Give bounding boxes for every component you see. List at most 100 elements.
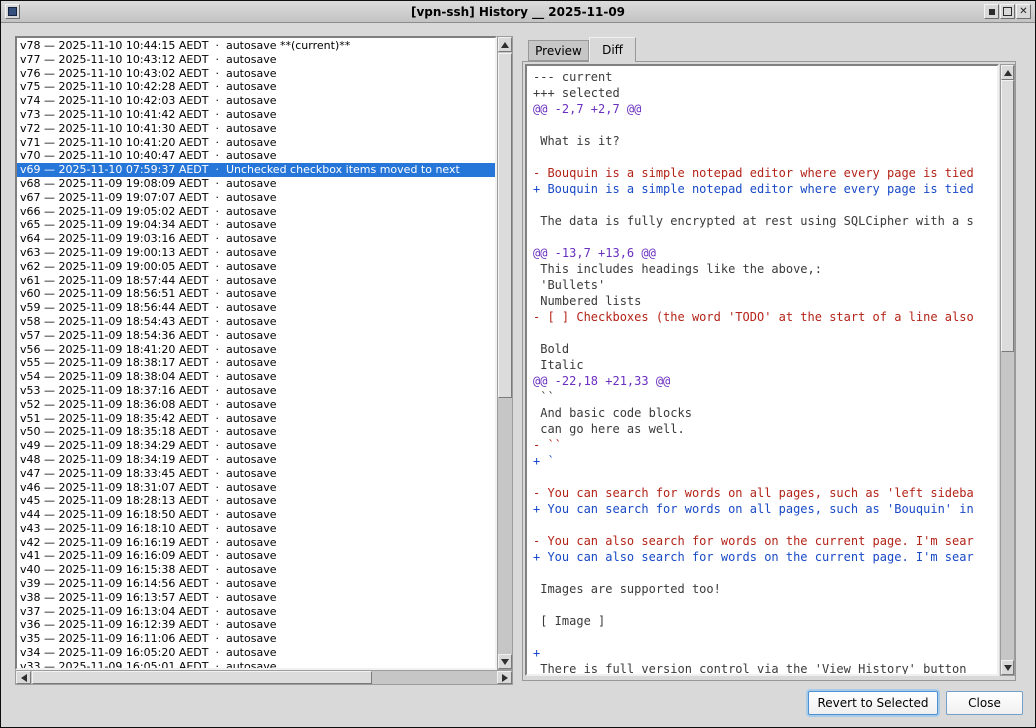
history-list-item[interactable]: v52 — 2025-11-09 18:36:08 AEDT · autosav… — [17, 398, 495, 412]
minimize-button[interactable] — [984, 4, 999, 19]
titlebar: [vpn-ssh] History __ 2025-11-09 ✕ — [1, 1, 1035, 23]
close-icon: ✕ — [1019, 7, 1027, 17]
history-list-item[interactable]: v49 — 2025-11-09 18:34:29 AEDT · autosav… — [17, 439, 495, 453]
history-list-item[interactable]: v69 — 2025-11-10 07:59:37 AEDT · Uncheck… — [17, 163, 495, 177]
history-list-item[interactable]: v36 — 2025-11-09 16:12:39 AEDT · autosav… — [17, 618, 495, 632]
diff-line-blank — [533, 565, 995, 581]
history-list-item[interactable]: v43 — 2025-11-09 16:18:10 AEDT · autosav… — [17, 522, 495, 536]
history-list-item[interactable]: v59 — 2025-11-09 18:56:44 AEDT · autosav… — [17, 301, 495, 315]
history-list-item[interactable]: v62 — 2025-11-09 19:00:05 AEDT · autosav… — [17, 260, 495, 274]
diff-line-del: - Bouquin is a simple notepad editor whe… — [533, 165, 995, 181]
minimize-icon — [989, 9, 995, 15]
history-list-item[interactable]: v72 — 2025-11-10 10:41:30 AEDT · autosav… — [17, 122, 495, 136]
history-list-item[interactable]: v38 — 2025-11-09 16:13:57 AEDT · autosav… — [17, 591, 495, 605]
diff-line-blank — [533, 325, 995, 341]
history-list-item[interactable]: v76 — 2025-11-10 10:43:02 AEDT · autosav… — [17, 67, 495, 81]
history-list-item[interactable]: v70 — 2025-11-10 10:40:47 AEDT · autosav… — [17, 149, 495, 163]
history-list-item[interactable]: v55 — 2025-11-09 18:38:17 AEDT · autosav… — [17, 356, 495, 370]
history-list-item[interactable]: v77 — 2025-11-10 10:43:12 AEDT · autosav… — [17, 53, 495, 67]
history-list-item[interactable]: v68 — 2025-11-09 19:08:09 AEDT · autosav… — [17, 177, 495, 191]
history-list-item[interactable]: v66 — 2025-11-09 19:05:02 AEDT · autosav… — [17, 205, 495, 219]
history-list-item[interactable]: v35 — 2025-11-09 16:11:06 AEDT · autosav… — [17, 632, 495, 646]
history-list-item[interactable]: v57 — 2025-11-09 18:54:36 AEDT · autosav… — [17, 329, 495, 343]
diff-line-ctx: Italic — [533, 357, 995, 373]
diff-line-blank — [533, 517, 995, 533]
diff-line-del: - [ ] Checkboxes (the word 'TODO' at the… — [533, 309, 995, 325]
arrow-right-icon — [502, 674, 508, 682]
history-list-item[interactable]: v56 — 2025-11-09 18:41:20 AEDT · autosav… — [17, 343, 495, 357]
history-list-item[interactable]: v50 — 2025-11-09 18:35:18 AEDT · autosav… — [17, 425, 495, 439]
diff-line-ctx: Images are supported too! — [533, 581, 995, 597]
diff-line-del: - You can search for words on all pages,… — [533, 485, 995, 501]
history-list-item[interactable]: v39 — 2025-11-09 16:14:56 AEDT · autosav… — [17, 577, 495, 591]
scroll-down-arrow[interactable] — [498, 654, 512, 669]
history-list-hscrollbar[interactable] — [15, 670, 513, 685]
arrow-up-icon — [1004, 70, 1012, 76]
diff-line-ctx: This includes headings like the above,: — [533, 261, 995, 277]
history-list-item[interactable]: v64 — 2025-11-09 19:03:16 AEDT · autosav… — [17, 232, 495, 246]
scroll-left-arrow[interactable] — [16, 671, 31, 684]
history-list-item[interactable]: v48 — 2025-11-09 18:34:19 AEDT · autosav… — [17, 453, 495, 467]
history-list-item[interactable]: v42 — 2025-11-09 16:16:19 AEDT · autosav… — [17, 536, 495, 550]
diff-scroll-up-arrow[interactable] — [1001, 65, 1014, 80]
history-list-item[interactable]: v53 — 2025-11-09 18:37:16 AEDT · autosav… — [17, 384, 495, 398]
close-button[interactable]: Close — [946, 691, 1023, 715]
tab-preview[interactable]: Preview — [528, 40, 589, 61]
history-list-item[interactable]: v41 — 2025-11-09 16:16:09 AEDT · autosav… — [17, 549, 495, 563]
diff-line-blank — [533, 149, 995, 165]
history-list-item[interactable]: v63 — 2025-11-09 19:00:13 AEDT · autosav… — [17, 246, 495, 260]
history-list-vscrollbar-thumb[interactable] — [498, 53, 512, 398]
arrow-down-icon — [501, 659, 509, 665]
maximize-icon — [1003, 7, 1012, 16]
tab-diff[interactable]: Diff — [589, 37, 636, 62]
history-list-hscrollbar-thumb[interactable] — [32, 671, 372, 684]
diff-text[interactable]: --- current+++ selected@@ -2,7 +2,7 @@ W… — [525, 64, 999, 676]
diff-line-del: - You can also search for words on the c… — [533, 533, 995, 549]
window-title: [vpn-ssh] History __ 2025-11-09 — [1, 1, 1035, 23]
history-window: [vpn-ssh] History __ 2025-11-09 ✕ v78 — … — [0, 0, 1036, 728]
history-list-item[interactable]: v46 — 2025-11-09 18:31:07 AEDT · autosav… — [17, 481, 495, 495]
history-list-item[interactable]: v73 — 2025-11-10 10:41:42 AEDT · autosav… — [17, 108, 495, 122]
arrow-up-icon — [501, 42, 509, 48]
diff-vscrollbar[interactable] — [1000, 64, 1015, 676]
history-list-item[interactable]: v54 — 2025-11-09 18:38:04 AEDT · autosav… — [17, 370, 495, 384]
history-list-item[interactable]: v37 — 2025-11-09 16:13:04 AEDT · autosav… — [17, 605, 495, 619]
diff-line-blank — [533, 629, 995, 645]
history-list-item[interactable]: v47 — 2025-11-09 18:33:45 AEDT · autosav… — [17, 467, 495, 481]
diff-scroll-down-arrow[interactable] — [1001, 660, 1014, 675]
history-list-item[interactable]: v71 — 2025-11-10 10:41:20 AEDT · autosav… — [17, 136, 495, 150]
diff-line-ctx: 'Bullets' — [533, 277, 995, 293]
diff-pane: --- current+++ selected@@ -2,7 +2,7 @@ W… — [522, 61, 1016, 681]
window-menu-button[interactable] — [5, 4, 20, 19]
diff-line-add: + — [533, 645, 995, 661]
history-list-item[interactable]: v65 — 2025-11-09 19:04:34 AEDT · autosav… — [17, 218, 495, 232]
history-list-vscrollbar[interactable] — [497, 36, 513, 670]
history-list-item[interactable]: v58 — 2025-11-09 18:54:43 AEDT · autosav… — [17, 315, 495, 329]
history-list-item[interactable]: v33 — 2025-11-09 16:05:01 AEDT · autosav… — [17, 660, 495, 670]
history-list[interactable]: v78 — 2025-11-10 10:44:15 AEDT · autosav… — [15, 36, 497, 670]
history-list-item[interactable]: v78 — 2025-11-10 10:44:15 AEDT · autosav… — [17, 39, 495, 53]
history-list-item[interactable]: v67 — 2025-11-09 19:07:07 AEDT · autosav… — [17, 191, 495, 205]
history-list-item[interactable]: v51 — 2025-11-09 18:35:42 AEDT · autosav… — [17, 412, 495, 426]
arrow-left-icon — [21, 674, 27, 682]
diff-line-ctx: can go here as well. — [533, 421, 995, 437]
history-list-item[interactable]: v45 — 2025-11-09 18:28:13 AEDT · autosav… — [17, 494, 495, 508]
history-list-item[interactable]: v75 — 2025-11-10 10:42:28 AEDT · autosav… — [17, 80, 495, 94]
history-list-item[interactable]: v40 — 2025-11-09 16:15:38 AEDT · autosav… — [17, 563, 495, 577]
history-list-item[interactable]: v74 — 2025-11-10 10:42:03 AEDT · autosav… — [17, 94, 495, 108]
tab-preview-label: Preview — [535, 44, 582, 58]
history-list-item[interactable]: v61 — 2025-11-09 18:57:44 AEDT · autosav… — [17, 274, 495, 288]
scroll-right-arrow[interactable] — [497, 671, 512, 684]
maximize-button[interactable] — [1000, 4, 1015, 19]
history-list-item[interactable]: v34 — 2025-11-09 16:05:20 AEDT · autosav… — [17, 646, 495, 660]
diff-line-blank — [533, 469, 995, 485]
titlebar-close-button[interactable]: ✕ — [1016, 4, 1031, 19]
scroll-up-arrow[interactable] — [498, 37, 512, 52]
history-list-item[interactable]: v60 — 2025-11-09 18:56:51 AEDT · autosav… — [17, 287, 495, 301]
diff-vscrollbar-thumb[interactable] — [1001, 80, 1014, 352]
history-list-item[interactable]: v44 — 2025-11-09 16:18:50 AEDT · autosav… — [17, 508, 495, 522]
diff-line-ctx: And basic code blocks — [533, 405, 995, 421]
diff-line-hunk: @@ -13,7 +13,6 @@ — [533, 245, 995, 261]
diff-line-hunk: @@ -22,18 +21,33 @@ — [533, 373, 995, 389]
revert-to-selected-button[interactable]: Revert to Selected — [808, 691, 938, 715]
